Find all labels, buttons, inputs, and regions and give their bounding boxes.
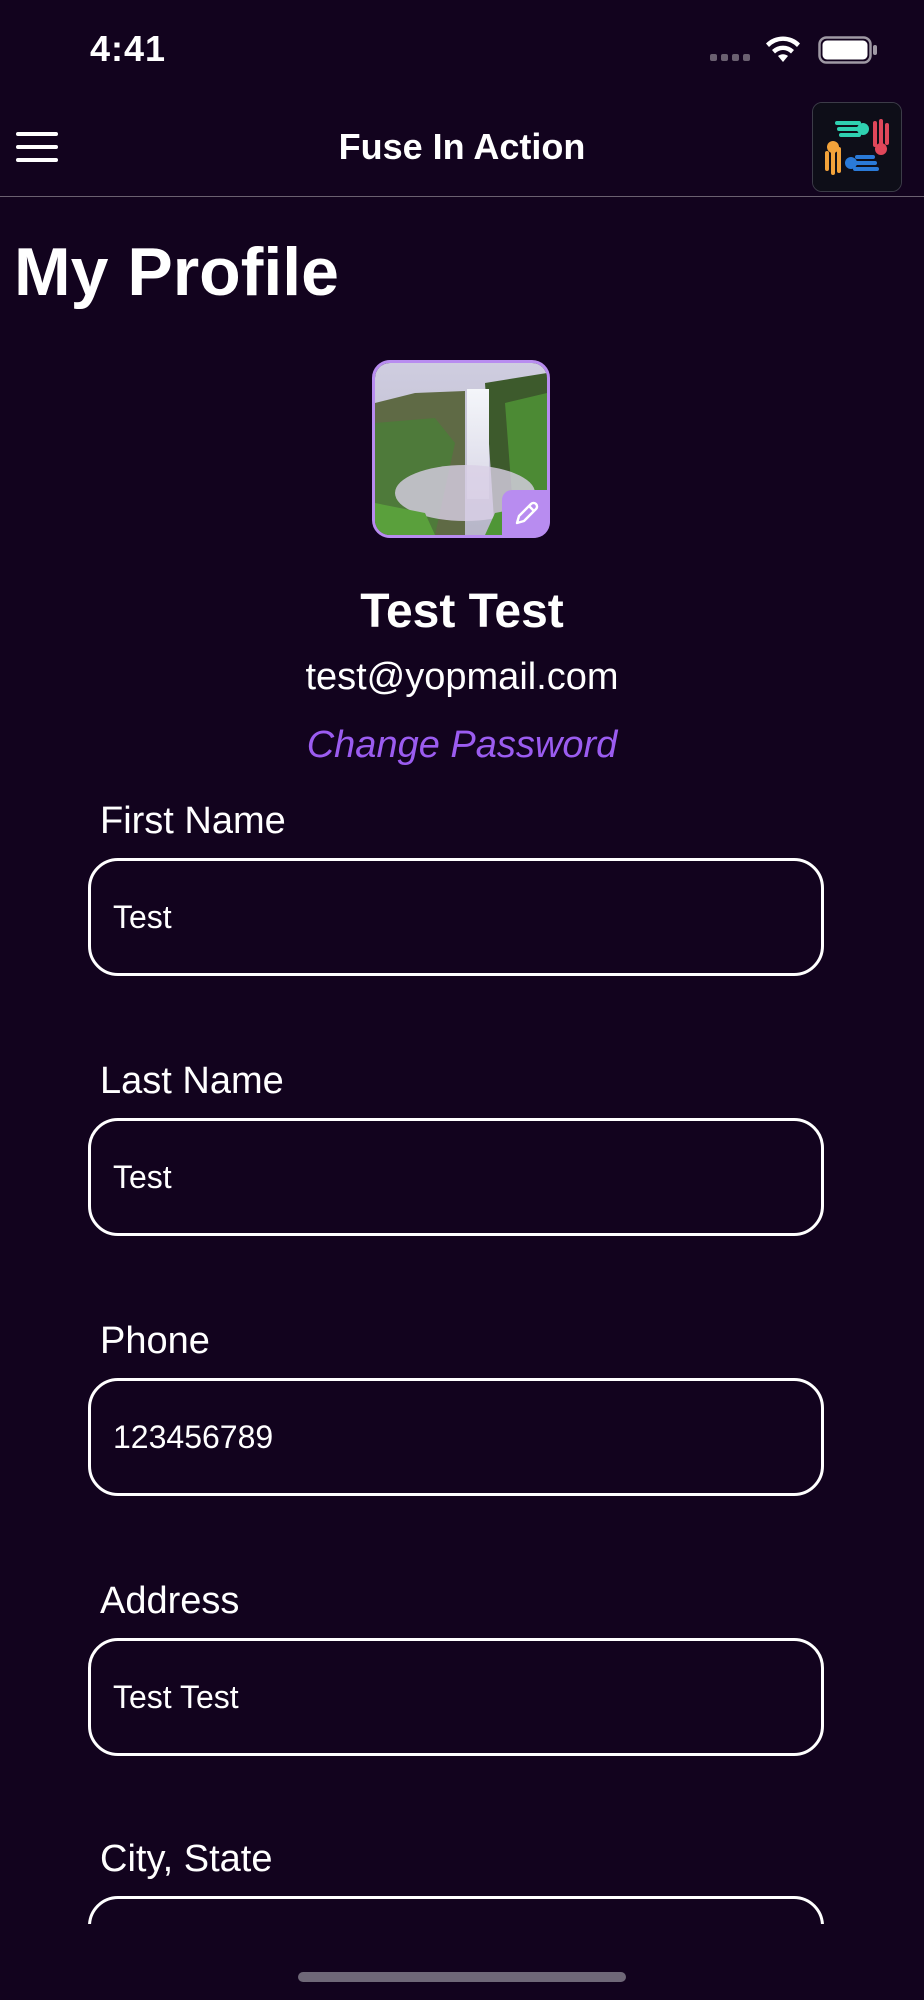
city-state-field-container — [0, 1896, 924, 1924]
profile-email: test@yopmail.com — [305, 656, 619, 698]
first-name-field[interactable] — [88, 858, 824, 976]
pencil-icon — [515, 501, 539, 525]
last-name-label: Last Name — [100, 1060, 284, 1102]
hands-logo-icon — [813, 103, 901, 191]
nav-bar: Fuse In Action — [0, 100, 924, 197]
phone-field[interactable] — [88, 1378, 824, 1496]
page-title: My Profile — [14, 234, 339, 310]
address-field[interactable] — [88, 1638, 824, 1756]
app-logo[interactable] — [812, 102, 902, 192]
profile-avatar[interactable] — [372, 360, 550, 538]
home-indicator[interactable] — [298, 1972, 626, 1982]
wifi-icon — [766, 36, 800, 62]
phone-label: Phone — [100, 1320, 210, 1362]
city-state-label: City, State — [100, 1838, 273, 1880]
cellular-signal-icon — [710, 54, 752, 64]
status-time: 4:41 — [90, 28, 167, 69]
edit-avatar-button[interactable] — [502, 490, 550, 538]
city-state-field[interactable] — [88, 1896, 824, 1924]
address-label: Address — [100, 1580, 240, 1622]
status-bar: 4:41 — [0, 0, 924, 100]
battery-icon — [818, 36, 877, 64]
first-name-label: First Name — [100, 800, 286, 842]
last-name-field[interactable] — [88, 1118, 824, 1236]
app-title: Fuse In Action — [338, 126, 586, 167]
change-password-link[interactable]: Change Password — [0, 724, 924, 767]
profile-name: Test Test — [360, 585, 564, 638]
